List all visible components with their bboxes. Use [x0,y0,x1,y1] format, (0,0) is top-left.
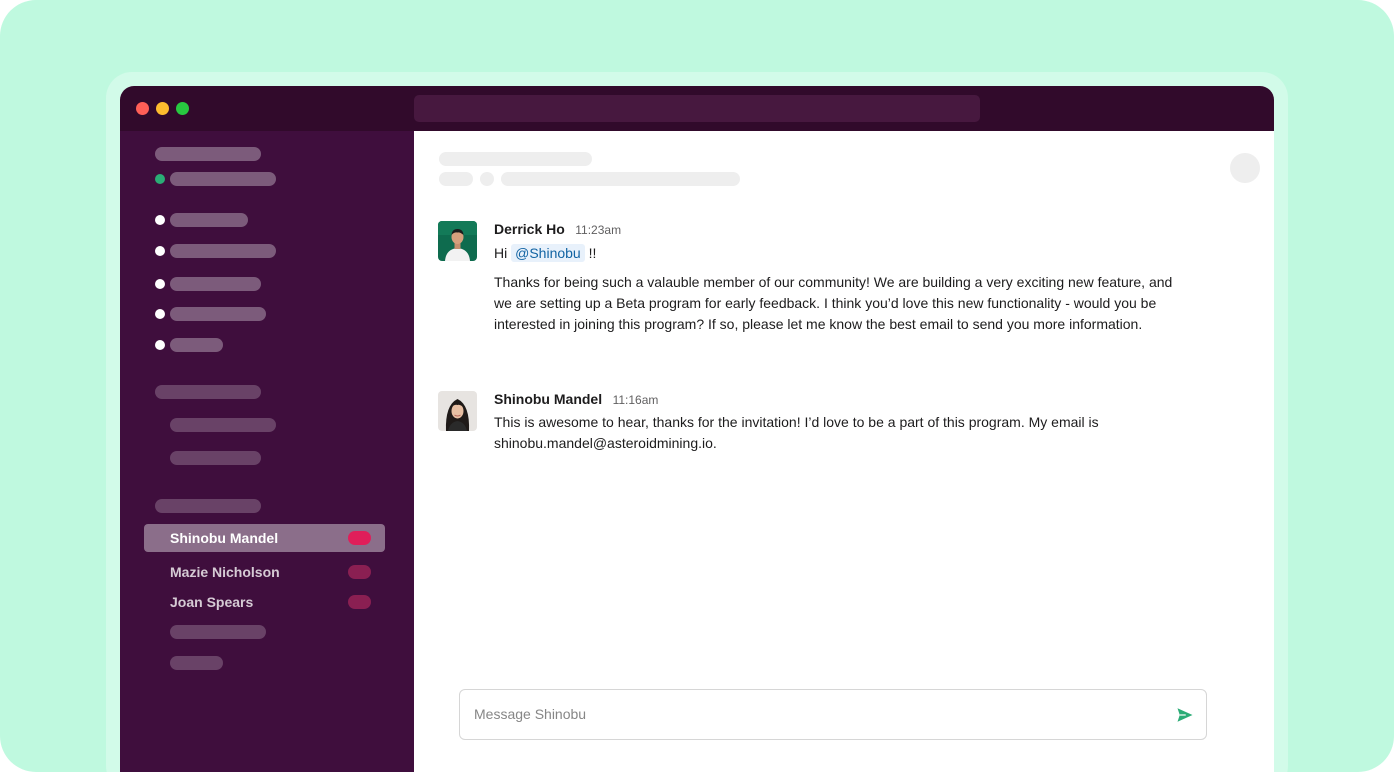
user-name-placeholder [170,172,276,186]
message-composer [459,689,1207,740]
dm-name: Mazie Nicholson [170,564,280,580]
avatar-derrick-ho-image [438,221,477,261]
channel-item-placeholder[interactable] [170,451,261,465]
page-background: Shinobu Mandel Mazie Nicholson Joan Spea… [0,0,1394,772]
nav-bullet [155,309,165,319]
window-maximize-button[interactable] [176,102,189,115]
avatar[interactable] [438,221,477,261]
message-text: This is awesome to hear, thanks for the … [494,414,1099,451]
dm-item-placeholder[interactable] [170,656,223,670]
title-bar [120,86,1274,131]
dm-name: Shinobu Mandel [170,530,279,546]
channel-details-button[interactable] [1230,153,1260,183]
search-bar[interactable] [414,95,980,122]
channel-meta-placeholder [439,172,473,186]
unread-badge [348,595,371,609]
sidebar-dm-joan-spears[interactable]: Joan Spears [144,588,385,616]
unread-badge [348,565,371,579]
nav-bullet [155,246,165,256]
workspace-name-placeholder[interactable] [155,147,261,161]
unread-badge [348,531,371,545]
dm-item-placeholder[interactable] [170,625,266,639]
nav-bullet [155,340,165,350]
avatar[interactable] [438,391,477,431]
channel-meta-placeholder [480,172,494,186]
channel-item-placeholder[interactable] [170,418,276,432]
user-mention[interactable]: @Shinobu [511,244,585,262]
channel-topic-placeholder [501,172,740,186]
section-header-placeholder[interactable] [155,499,261,513]
nav-item-placeholder[interactable] [170,244,276,258]
message-input[interactable] [474,704,1154,724]
send-icon[interactable] [1176,706,1194,724]
sidebar-dm-shinobu-mandel[interactable]: Shinobu Mandel [144,524,385,552]
greeting-text: Hi [494,245,508,261]
message-time[interactable]: 11:16am [613,393,659,407]
online-status-indicator [155,174,165,184]
nav-item-placeholder[interactable] [170,307,266,321]
dm-name: Joan Spears [170,594,254,610]
message-time[interactable]: 11:23am [575,223,621,237]
nav-item-placeholder[interactable] [170,277,261,291]
message-header: Shinobu Mandel 11:16am [494,391,658,411]
message-greeting: Hi @Shinobu !! [494,243,1194,264]
message: Derrick Ho 11:23am Hi @Shinobu !! Thanks… [438,221,1218,361]
avatar-shinobu-mandel-image [438,391,477,431]
message-author[interactable]: Shinobu Mandel [494,391,602,407]
nav-bullet [155,215,165,225]
message-pane: Derrick Ho 11:23am Hi @Shinobu !! Thanks… [414,131,1274,772]
sidebar-dm-mazie-nicholson[interactable]: Mazie Nicholson [144,558,385,586]
message-text: Thanks for being such a valauble member … [494,274,1173,332]
channel-title-placeholder [439,152,592,166]
message-author[interactable]: Derrick Ho [494,221,565,237]
window-close-button[interactable] [136,102,149,115]
message-header: Derrick Ho 11:23am [494,221,621,241]
section-header-placeholder[interactable] [155,385,261,399]
nav-item-placeholder[interactable] [170,213,248,227]
message: Shinobu Mandel 11:16am This is awesome t… [438,391,1218,471]
greeting-suffix: !! [588,245,597,261]
window-minimize-button[interactable] [156,102,169,115]
nav-bullet [155,279,165,289]
sidebar: Shinobu Mandel Mazie Nicholson Joan Spea… [120,131,414,772]
nav-item-placeholder[interactable] [170,338,223,352]
app-window: Shinobu Mandel Mazie Nicholson Joan Spea… [120,86,1274,772]
